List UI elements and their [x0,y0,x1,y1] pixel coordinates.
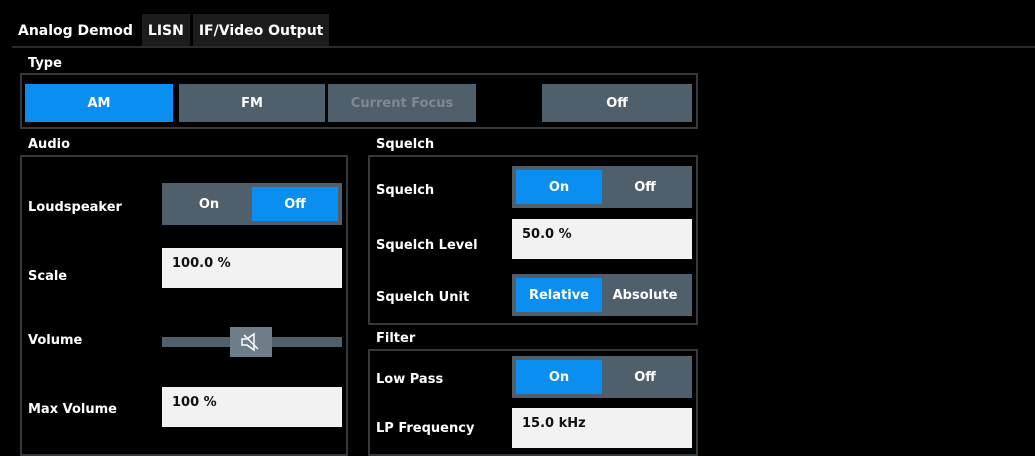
squelch-label: Squelch [376,183,435,198]
type-current-focus-button[interactable]: Current Focus [328,84,476,122]
max-volume-field[interactable]: 100 % [162,387,342,427]
tab-analog-demod[interactable]: Analog Demod [12,14,139,48]
scale-label: Scale [28,269,68,284]
max-volume-label: Max Volume [28,402,117,417]
dialog: Analog Demod LISN IF/Video Output Type A… [0,0,1035,456]
low-pass-label: Low Pass [376,372,444,387]
tab-bar: Analog Demod LISN IF/Video Output [12,14,332,48]
volume-label: Volume [28,333,83,348]
tab-divider [12,46,1035,48]
squelch-off-option[interactable]: Off [602,170,688,204]
squelch-unit-absolute-option[interactable]: Absolute [602,278,688,312]
volume-slider-handle[interactable] [230,327,272,357]
lp-frequency-field[interactable]: 15.0 kHz [512,408,692,448]
squelch-level-label: Squelch Level [376,238,478,253]
type-am-button[interactable]: AM [25,84,173,122]
tab-lisn[interactable]: LISN [141,14,190,48]
squelch-on-option[interactable]: On [516,170,602,204]
low-pass-on-option[interactable]: On [516,360,602,394]
loudspeaker-toggle[interactable]: On Off [162,183,342,225]
lp-frequency-label: LP Frequency [376,421,475,436]
type-fm-button[interactable]: FM [179,84,325,122]
type-section-title: Type [28,56,62,71]
scale-field[interactable]: 100.0 % [162,248,342,288]
speaker-muted-icon [241,332,259,352]
audio-section-title: Audio [28,137,71,152]
loudspeaker-on-option[interactable]: On [166,187,252,221]
low-pass-toggle[interactable]: On Off [512,356,692,398]
squelch-level-field[interactable]: 50.0 % [512,219,692,259]
tab-if-video-output[interactable]: IF/Video Output [192,14,330,48]
squelch-toggle[interactable]: On Off [512,166,692,208]
type-off-button[interactable]: Off [542,84,692,122]
filter-section-title: Filter [376,331,416,346]
squelch-unit-label: Squelch Unit [376,290,470,305]
squelch-unit-toggle[interactable]: Relative Absolute [512,274,692,316]
squelch-unit-relative-option[interactable]: Relative [516,278,602,312]
loudspeaker-off-option[interactable]: Off [252,187,338,221]
squelch-section-title: Squelch [376,137,435,152]
loudspeaker-label: Loudspeaker [28,200,122,215]
low-pass-off-option[interactable]: Off [602,360,688,394]
